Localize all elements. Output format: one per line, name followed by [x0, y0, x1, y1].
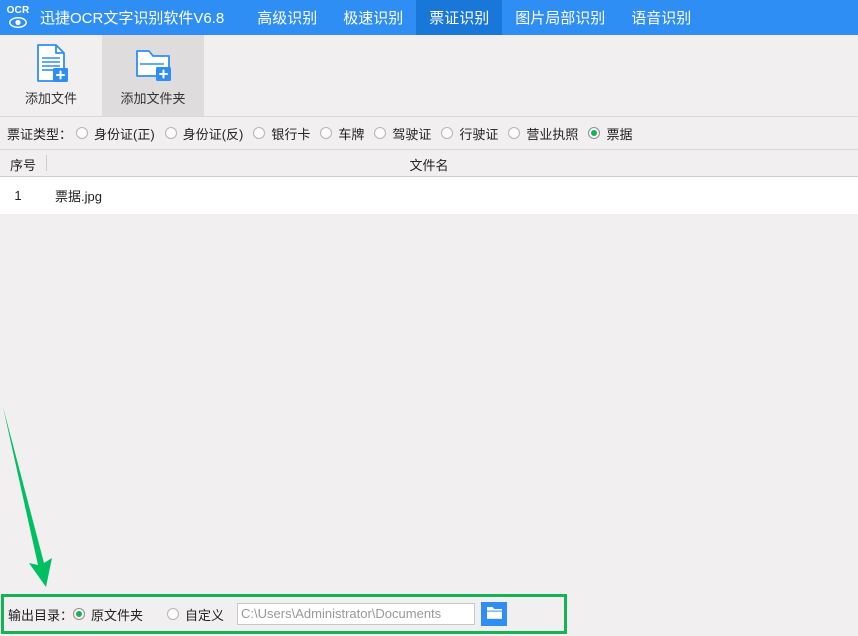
radio-label: 自定义 — [185, 607, 225, 623]
radio-vehicle-license[interactable]: 行驶证 — [441, 124, 498, 143]
tab-advanced-recognition[interactable]: 高级识别 — [244, 0, 330, 35]
radio-label: 驾驶证 — [392, 126, 432, 142]
tab-document-recognition[interactable]: 票证识别 — [416, 0, 503, 35]
add-folder-label: 添加文件夹 — [120, 91, 186, 106]
browse-folder-button[interactable] — [481, 602, 508, 626]
radio-label: 身份证(反) — [182, 126, 244, 142]
radio-label: 营业执照 — [526, 126, 579, 142]
empty-content-area — [0, 214, 858, 592]
output-path-input[interactable]: C:\Users\Administrator\Documents — [237, 603, 476, 625]
radio-icon — [164, 127, 177, 139]
add-folder-icon — [132, 41, 174, 85]
row-index: 1 — [14, 188, 22, 203]
radio-icon — [76, 127, 89, 139]
eye-icon — [9, 16, 27, 30]
table-row[interactable]: 1 票据.jpg — [0, 177, 858, 214]
app-logo: OCR — [0, 0, 36, 35]
output-directory-label: 输出目录： — [8, 607, 74, 623]
radio-id-front[interactable]: 身份证(正) — [76, 124, 155, 143]
column-header-filename[interactable]: 文件名 — [0, 155, 858, 174]
radio-driver-license[interactable]: 驾驶证 — [374, 124, 431, 143]
application-window: OCR 迅捷OCR文字识别软件V6.8 高级识别 极速识别 票证识别 图片局部识… — [0, 0, 858, 636]
radio-icon — [441, 127, 454, 139]
radio-label: 银行卡 — [271, 126, 311, 142]
radio-original-folder[interactable]: 原文件夹 — [73, 605, 143, 624]
radio-license-plate[interactable]: 车牌 — [320, 124, 364, 143]
radio-bank-card[interactable]: 银行卡 — [253, 124, 310, 143]
app-title: 迅捷OCR文字识别软件V6.8 — [40, 10, 225, 27]
radio-business-license[interactable]: 营业执照 — [508, 124, 578, 143]
ticket-type-row: 票证类型： 身份证(正) 身份证(反) 银行卡 车牌 驾驶证 行驶证 营业执照 — [0, 117, 858, 149]
radio-id-back[interactable]: 身份证(反) — [164, 124, 244, 143]
folder-icon — [486, 606, 503, 623]
title-bar: OCR 迅捷OCR文字识别软件V6.8 高级识别 极速识别 票证识别 图片局部识… — [0, 0, 858, 35]
ticket-type-label: 票证类型： — [7, 126, 73, 142]
radio-icon — [253, 127, 266, 139]
file-table-body: 1 票据.jpg — [0, 177, 858, 214]
radio-icon — [374, 127, 387, 139]
tab-fast-recognition[interactable]: 极速识别 — [330, 0, 416, 35]
add-file-label: 添加文件 — [24, 91, 77, 106]
logo-text: OCR — [6, 5, 30, 16]
radio-label: 原文件夹 — [91, 607, 144, 623]
radio-icon — [73, 608, 86, 620]
file-table-header: 序号 文件名 — [0, 150, 858, 177]
radio-label: 行驶证 — [459, 126, 499, 142]
output-directory-bar: 输出目录： 原文件夹 自定义 C:\Users\Administrator\Do… — [0, 592, 858, 636]
radio-icon — [588, 127, 601, 139]
radio-label: 车牌 — [338, 126, 365, 142]
add-file-button[interactable]: 添加文件 — [0, 35, 102, 117]
radio-label: 票据 — [606, 126, 633, 142]
radio-icon — [167, 608, 180, 620]
radio-icon — [320, 127, 333, 139]
radio-invoice[interactable]: 票据 — [588, 124, 632, 143]
radio-label: 身份证(正) — [94, 126, 155, 142]
tab-partial-image-recognition[interactable]: 图片局部识别 — [502, 0, 618, 35]
toolbar: 添加文件 添加文件夹 — [0, 35, 858, 117]
radio-custom-folder[interactable]: 自定义 — [167, 605, 224, 624]
add-file-icon — [31, 41, 71, 85]
radio-icon — [508, 127, 521, 139]
main-tabs: 高级识别 极速识别 票证识别 图片局部识别 语音识别 — [244, 0, 704, 35]
tab-voice-recognition[interactable]: 语音识别 — [618, 0, 704, 35]
add-folder-button[interactable]: 添加文件夹 — [102, 35, 204, 117]
row-filename: 票据.jpg — [55, 189, 102, 204]
